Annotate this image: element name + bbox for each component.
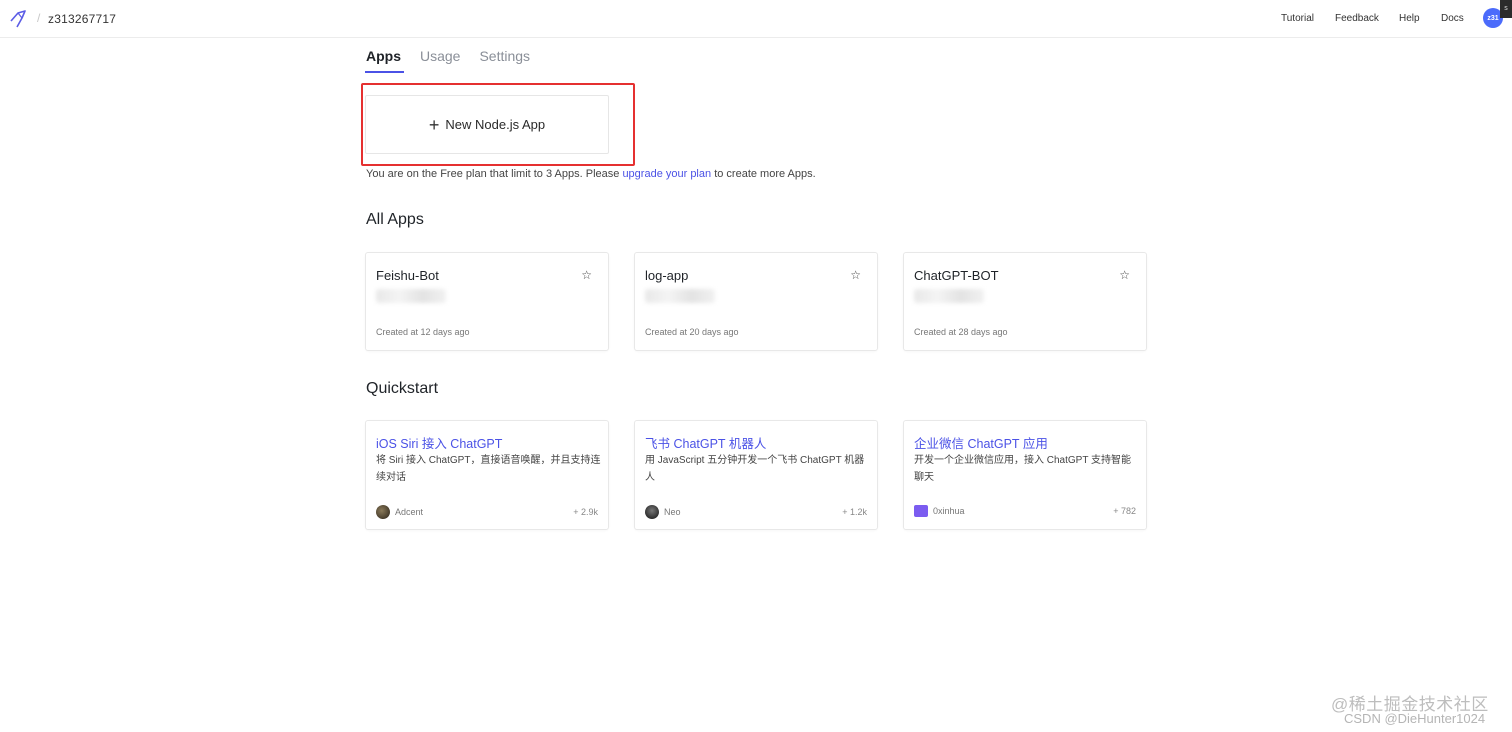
blurred-url	[376, 289, 446, 303]
quickstart-title: Quickstart	[366, 380, 439, 397]
app-card[interactable]: log-app ☆ Created at 20 days ago	[634, 252, 878, 351]
plan-note: You are on the Free plan that limit to 3…	[366, 168, 816, 180]
quickstart-card-footer: Neo + 1.2k	[645, 505, 867, 519]
upgrade-plan-link[interactable]: upgrade your plan	[622, 168, 711, 180]
plan-note-prefix: You are on the Free plan that limit to 3…	[366, 168, 620, 180]
new-nodejs-app-button[interactable]: + New Node.js App	[365, 95, 609, 154]
app-card[interactable]: ChatGPT-BOT ☆ Created at 28 days ago	[903, 252, 1147, 351]
logo-icon[interactable]	[8, 8, 30, 30]
fork-count: + 1.2k	[842, 507, 867, 517]
app-created: Created at 28 days ago	[914, 327, 1008, 337]
fork-count: + 2.9k	[573, 507, 598, 517]
author-name: 0xinhua	[933, 506, 965, 516]
help-link[interactable]: Help	[1399, 13, 1420, 24]
fork-count: + 782	[1113, 506, 1136, 516]
author-name: Neo	[664, 507, 681, 517]
tutorial-link[interactable]: Tutorial	[1281, 13, 1314, 24]
docs-link[interactable]: Docs	[1441, 13, 1464, 24]
quickstart-card-desc: 将 Siri 接入 ChatGPT，直接语音唤醒，并且支持连续对话	[376, 455, 601, 483]
plan-note-suffix: to create more Apps.	[714, 168, 816, 180]
quickstart-card[interactable]: iOS Siri 接入 ChatGPT 将 Siri 接入 ChatGPT，直接…	[365, 420, 609, 530]
app-card[interactable]: Feishu-Bot ☆ Created at 12 days ago	[365, 252, 609, 351]
quickstart-card-desc: 开发一个企业微信应用，接入 ChatGPT 支持智能聊天	[914, 455, 1132, 483]
quickstart-card-footer: Adcent + 2.9k	[376, 505, 598, 519]
app-name: log-app	[645, 268, 689, 283]
all-apps-title: All Apps	[366, 211, 424, 228]
star-icon[interactable]: ☆	[850, 268, 861, 282]
new-app-label: New Node.js App	[445, 117, 546, 132]
author-avatar	[376, 505, 390, 519]
main-tabs: Apps Usage Settings	[365, 48, 549, 73]
quickstart-card[interactable]: 飞书 ChatGPT 机器人 用 JavaScript 五分钟开发一个飞书 Ch…	[634, 420, 878, 530]
blurred-url	[645, 289, 715, 303]
feedback-link[interactable]: Feedback	[1335, 13, 1379, 24]
quickstart-card-title[interactable]: 企业微信 ChatGPT 应用	[914, 433, 1048, 452]
author-avatar	[914, 505, 928, 517]
top-bar: / z313267717 Tutorial Feedback Help Docs…	[0, 0, 1512, 38]
quickstart-card[interactable]: 企业微信 ChatGPT 应用 开发一个企业微信应用，接入 ChatGPT 支持…	[903, 420, 1147, 530]
author-name: Adcent	[395, 507, 424, 517]
plus-icon: +	[428, 114, 440, 135]
app-name: Feishu-Bot	[376, 268, 439, 283]
corner-widget[interactable]: s	[1500, 0, 1512, 18]
quickstart-card-title[interactable]: iOS Siri 接入 ChatGPT	[376, 433, 502, 452]
tab-settings[interactable]: Settings	[479, 48, 530, 72]
star-icon[interactable]: ☆	[1119, 268, 1130, 282]
watermark-csdn: CSDN @DieHunter1024	[1344, 711, 1486, 726]
app-created: Created at 20 days ago	[645, 327, 739, 337]
quickstart-card-title[interactable]: 飞书 ChatGPT 机器人	[645, 433, 766, 452]
workspace-name[interactable]: z313267717	[48, 12, 116, 26]
app-name: ChatGPT-BOT	[914, 268, 999, 283]
star-icon[interactable]: ☆	[581, 268, 592, 282]
app-created: Created at 12 days ago	[376, 327, 470, 337]
quickstart-card-desc: 用 JavaScript 五分钟开发一个飞书 ChatGPT 机器人	[645, 455, 865, 483]
breadcrumb-separator: /	[37, 11, 41, 25]
tab-usage[interactable]: Usage	[420, 48, 460, 72]
tab-apps[interactable]: Apps	[365, 48, 404, 73]
author-avatar	[645, 505, 659, 519]
quickstart-card-footer: 0xinhua + 782	[914, 505, 1136, 517]
blurred-url	[914, 289, 984, 303]
